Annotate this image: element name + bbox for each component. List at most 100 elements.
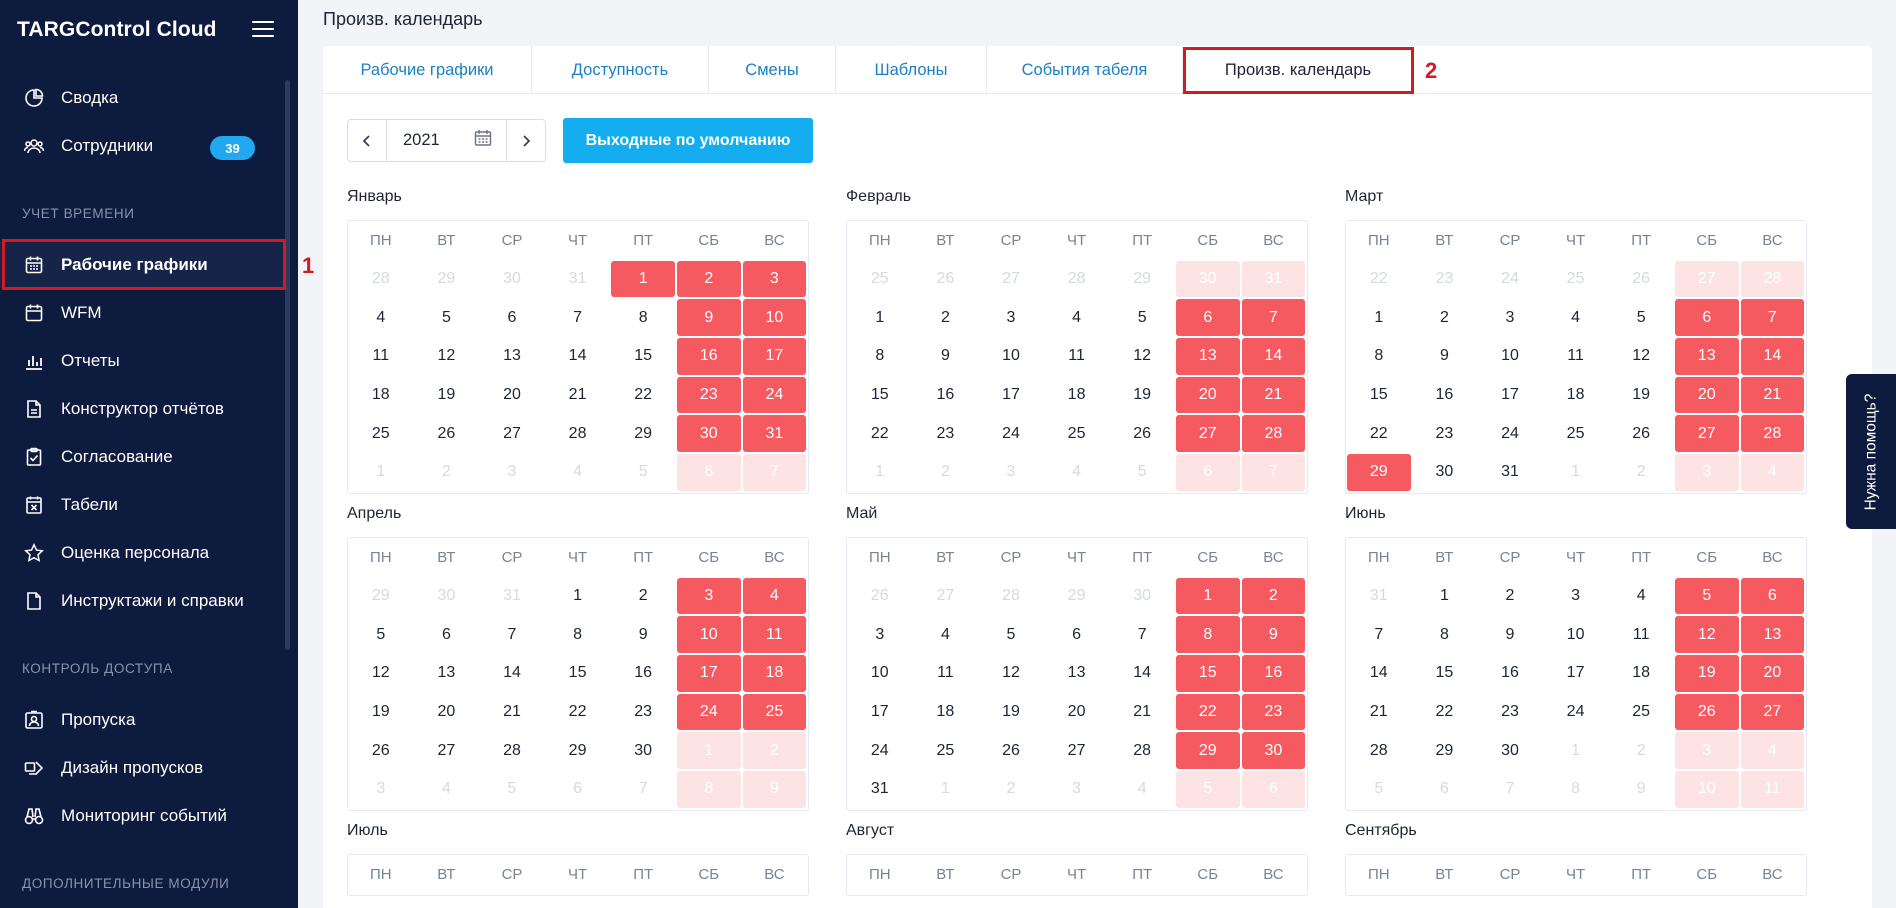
day-cell[interactable]: 31	[545, 260, 611, 299]
tab-timesheet-events[interactable]: События табеля	[987, 46, 1183, 94]
day-cell[interactable]: 25	[913, 731, 979, 770]
day-cell[interactable]: 24	[847, 731, 913, 770]
day-cell-weekend[interactable]: 23	[1241, 693, 1307, 732]
day-cell[interactable]: 17	[978, 376, 1044, 415]
day-cell-weekend[interactable]: 6	[1175, 298, 1241, 337]
day-cell[interactable]: 9	[1477, 615, 1543, 654]
day-cell[interactable]: 14	[1109, 654, 1175, 693]
day-cell-weekend[interactable]: 13	[1740, 615, 1806, 654]
day-cell[interactable]: 9	[1608, 770, 1674, 809]
day-cell[interactable]: 2	[1608, 453, 1674, 492]
day-cell-weekend[interactable]: 21	[1241, 376, 1307, 415]
day-cell[interactable]: 8	[847, 337, 913, 376]
day-cell[interactable]: 2	[1608, 731, 1674, 770]
day-cell[interactable]: 19	[414, 376, 480, 415]
tab-work-schedules[interactable]: Рабочие графики	[323, 46, 532, 94]
day-cell[interactable]: 4	[348, 298, 414, 337]
day-cell[interactable]: 7	[610, 770, 676, 809]
day-cell[interactable]: 2	[610, 577, 676, 616]
day-cell[interactable]: 20	[1044, 693, 1110, 732]
day-cell-weekend[interactable]: 7	[1241, 298, 1307, 337]
day-cell[interactable]: 22	[1346, 414, 1412, 453]
day-cell[interactable]: 26	[1608, 414, 1674, 453]
day-cell[interactable]: 17	[847, 693, 913, 732]
day-cell[interactable]: 1	[847, 453, 913, 492]
day-cell[interactable]: 12	[348, 654, 414, 693]
day-cell[interactable]: 4	[1608, 577, 1674, 616]
day-cell[interactable]: 29	[414, 260, 480, 299]
day-cell[interactable]: 28	[348, 260, 414, 299]
day-cell-weekend[interactable]: 4	[1740, 731, 1806, 770]
day-cell[interactable]: 11	[913, 654, 979, 693]
day-cell[interactable]: 7	[1109, 615, 1175, 654]
day-cell[interactable]: 2	[1412, 298, 1478, 337]
day-cell-weekend[interactable]: 16	[676, 337, 742, 376]
day-cell[interactable]: 1	[348, 453, 414, 492]
tab-availability[interactable]: Доступность	[532, 46, 709, 94]
day-cell[interactable]: 17	[1477, 376, 1543, 415]
day-cell[interactable]: 7	[1346, 615, 1412, 654]
day-cell[interactable]: 23	[913, 414, 979, 453]
day-cell-weekend[interactable]: 23	[676, 376, 742, 415]
day-cell[interactable]: 19	[1109, 376, 1175, 415]
day-cell[interactable]: 1	[1543, 731, 1609, 770]
day-cell[interactable]: 1	[847, 298, 913, 337]
day-cell[interactable]: 16	[610, 654, 676, 693]
day-cell[interactable]: 30	[1477, 731, 1543, 770]
day-cell[interactable]: 26	[913, 260, 979, 299]
day-cell[interactable]: 20	[414, 693, 480, 732]
day-cell-weekend[interactable]: 29	[1175, 731, 1241, 770]
day-cell[interactable]: 24	[978, 414, 1044, 453]
day-cell[interactable]: 6	[545, 770, 611, 809]
day-cell[interactable]: 5	[1109, 453, 1175, 492]
sidebar-item-event-monitoring[interactable]: Мониторинг событий	[0, 793, 285, 839]
day-cell[interactable]: 24	[1477, 260, 1543, 299]
day-cell[interactable]: 24	[1543, 693, 1609, 732]
day-cell-weekend[interactable]: 25	[742, 693, 808, 732]
sidebar-item-pass-design[interactable]: Дизайн пропусков	[0, 745, 285, 791]
day-cell-weekend[interactable]: 3	[1674, 453, 1740, 492]
day-cell[interactable]: 1	[1543, 453, 1609, 492]
day-cell-weekend[interactable]: 18	[742, 654, 808, 693]
day-cell-weekend[interactable]: 9	[676, 298, 742, 337]
next-year-button[interactable]	[506, 120, 545, 161]
day-cell[interactable]: 28	[978, 577, 1044, 616]
day-cell-weekend[interactable]: 6	[1740, 577, 1806, 616]
day-cell[interactable]: 28	[545, 414, 611, 453]
day-cell-weekend[interactable]: 14	[1241, 337, 1307, 376]
day-cell[interactable]: 19	[1608, 376, 1674, 415]
day-cell[interactable]: 12	[1608, 337, 1674, 376]
day-cell[interactable]: 30	[1412, 453, 1478, 492]
day-cell-weekend[interactable]: 20	[1175, 376, 1241, 415]
day-cell[interactable]: 5	[414, 298, 480, 337]
day-cell[interactable]: 2	[978, 770, 1044, 809]
day-cell-weekend[interactable]: 10	[676, 615, 742, 654]
day-cell[interactable]: 26	[348, 731, 414, 770]
day-cell-weekend[interactable]: 1	[610, 260, 676, 299]
day-cell[interactable]: 19	[978, 693, 1044, 732]
day-cell[interactable]: 10	[847, 654, 913, 693]
day-cell[interactable]: 15	[610, 337, 676, 376]
day-cell[interactable]: 27	[414, 731, 480, 770]
sidebar-item-summary[interactable]: Сводка	[0, 75, 285, 121]
day-cell[interactable]: 12	[414, 337, 480, 376]
day-cell[interactable]: 27	[479, 414, 545, 453]
day-cell[interactable]: 24	[1477, 414, 1543, 453]
day-cell[interactable]: 10	[1477, 337, 1543, 376]
day-cell[interactable]: 23	[610, 693, 676, 732]
day-cell-weekend[interactable]: 2	[676, 260, 742, 299]
day-cell-weekend[interactable]: 3	[676, 577, 742, 616]
day-cell[interactable]: 22	[545, 693, 611, 732]
day-cell-weekend[interactable]: 17	[742, 337, 808, 376]
sidebar-item-wfm[interactable]: WFM	[0, 290, 285, 336]
day-cell[interactable]: 13	[414, 654, 480, 693]
day-cell[interactable]: 26	[847, 577, 913, 616]
day-cell-weekend[interactable]: 30	[1241, 731, 1307, 770]
day-cell[interactable]: 31	[1477, 453, 1543, 492]
day-cell[interactable]: 4	[1044, 298, 1110, 337]
day-cell[interactable]: 3	[479, 453, 545, 492]
day-cell[interactable]: 8	[1543, 770, 1609, 809]
day-cell[interactable]: 31	[1346, 577, 1412, 616]
day-cell[interactable]: 4	[545, 453, 611, 492]
day-cell[interactable]: 18	[913, 693, 979, 732]
